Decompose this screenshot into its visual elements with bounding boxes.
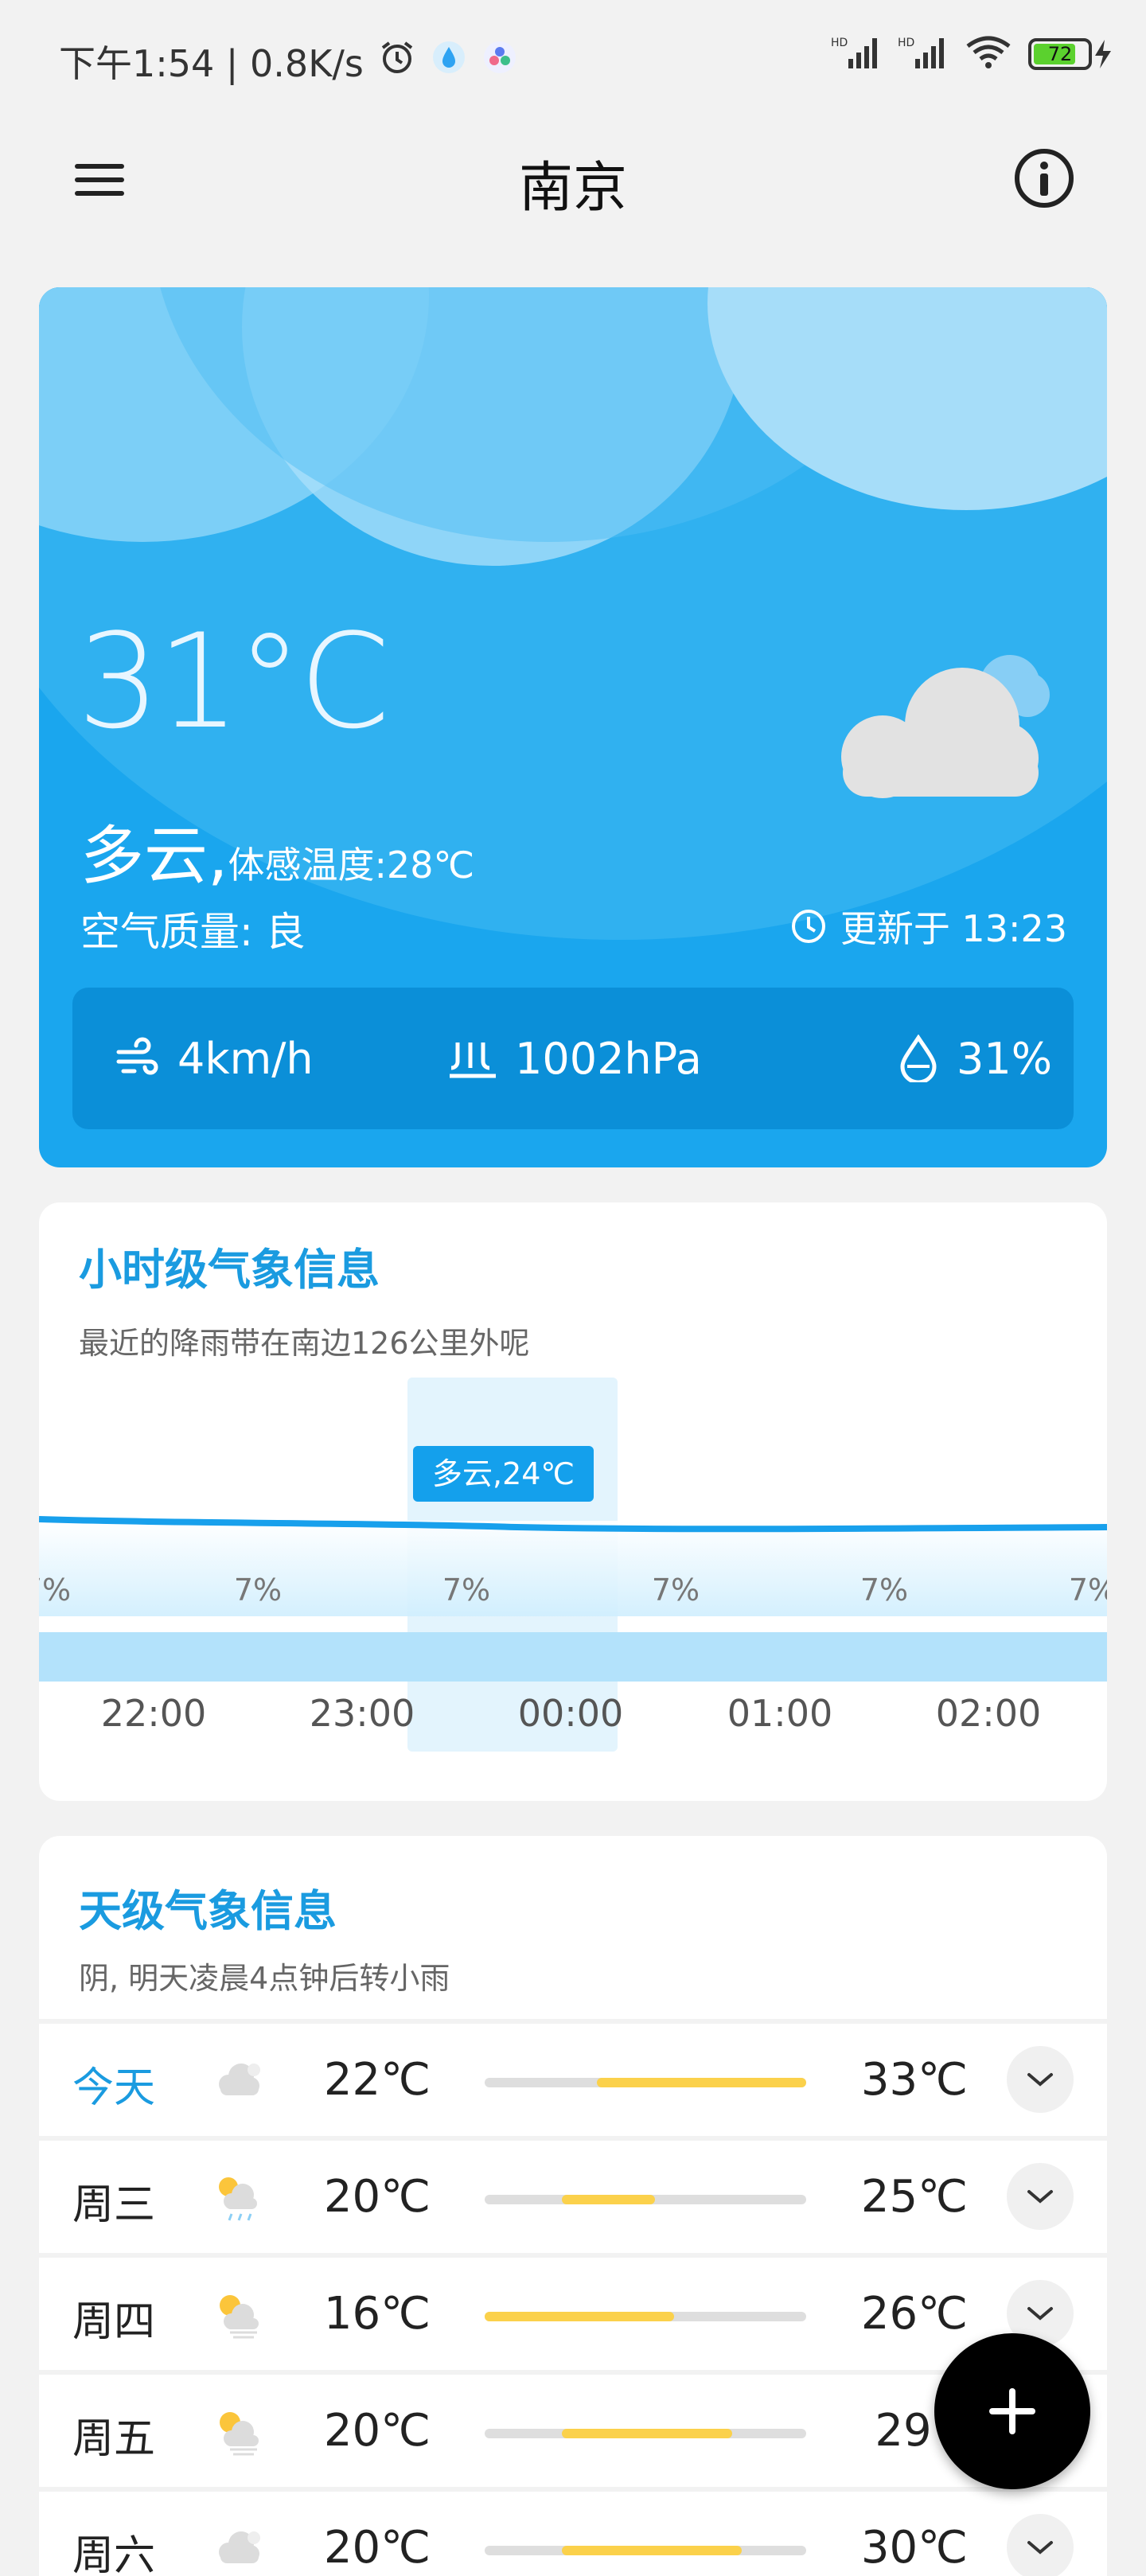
- day-name: 今天: [72, 2064, 156, 2112]
- high-temp: 25℃: [860, 2171, 969, 2223]
- air-quality: 空气质量: 良: [80, 909, 306, 955]
- daily-subtitle: 阴, 明天凌晨4点钟后转小雨: [79, 1961, 450, 1996]
- day-row[interactable]: 周四 16℃ 26℃: [39, 2253, 1107, 2369]
- chevron-down-icon: [1027, 2190, 1053, 2204]
- precip-label: 7%: [233, 1572, 283, 1608]
- high-temp: 30℃: [860, 2522, 969, 2574]
- temp-range-fill: [597, 2078, 806, 2087]
- humidity-value: 31%: [957, 1033, 1053, 1084]
- high-temp: 33℃: [860, 2054, 969, 2106]
- wind-speed: 4km/h: [177, 1033, 314, 1084]
- cloudy-icon: [206, 2048, 270, 2111]
- high-temp: 26℃: [860, 2288, 969, 2340]
- humidity-stat: 31%: [896, 988, 1052, 1129]
- precip-label: 7%: [1068, 1572, 1107, 1608]
- temp-range-fill: [562, 2429, 732, 2438]
- low-temp: 16℃: [323, 2288, 431, 2340]
- day-name: 周四: [72, 2298, 156, 2346]
- temp-range-bar: [485, 2546, 806, 2555]
- low-temp: 22℃: [323, 2054, 431, 2106]
- current-weather-card: 31°C 多云,体感温度:28℃ 空气质量: 良 更新于 13:23 4km/h…: [39, 287, 1107, 1167]
- wind-icon: [116, 1037, 158, 1075]
- svg-text:HD: HD: [898, 37, 914, 49]
- hourly-title: 小时级气象信息: [79, 1245, 380, 1295]
- temp-range-bar: [485, 2195, 806, 2204]
- chevron-down-icon: [1027, 2541, 1053, 2555]
- low-temp: 20℃: [323, 2405, 431, 2457]
- condition-line: 多云,体感温度:28℃: [80, 805, 474, 897]
- low-temp: 20℃: [323, 2522, 431, 2574]
- temp-range-bar: [485, 2078, 806, 2087]
- expand-button[interactable]: [1007, 2163, 1074, 2230]
- chevron-down-icon: [1027, 2073, 1053, 2087]
- low-temp: 20℃: [323, 2171, 431, 2223]
- condition-text: 多云,: [80, 819, 228, 893]
- expand-button[interactable]: [1007, 2514, 1074, 2576]
- clover-app-icon: [481, 39, 518, 84]
- hour-tooltip: 多云,24℃: [413, 1446, 594, 1502]
- wind-stat: 4km/h: [114, 988, 314, 1129]
- hour-label: 23:00: [309, 1692, 415, 1735]
- plus-icon: [989, 2388, 1035, 2434]
- daily-forecast-card: 天级气象信息 阴, 明天凌晨4点钟后转小雨 今天 22℃ 33℃ 周三 20℃ 25℃ 周四…: [39, 1836, 1107, 2576]
- precip-label: 7%: [442, 1572, 491, 1608]
- day-name: 周五: [72, 2415, 156, 2463]
- wifi-icon: [965, 35, 1012, 73]
- info-button[interactable]: [1012, 146, 1076, 210]
- temp-range-bar: [485, 2429, 806, 2438]
- hour-label: 22:00: [100, 1692, 207, 1735]
- info-icon: [1015, 149, 1074, 208]
- svg-text:HD: HD: [831, 37, 848, 49]
- add-city-button[interactable]: [934, 2333, 1090, 2489]
- signal-icon: HD: [831, 35, 882, 73]
- temp-range-bar: [485, 2312, 806, 2321]
- day-row[interactable]: 周六 20℃ 30℃: [39, 2487, 1107, 2576]
- updated-time: 更新于 13:23: [840, 907, 1067, 950]
- daily-title: 天级气象信息: [79, 1886, 337, 1936]
- weather-stats-bar: 4km/h 1002hPa 31%: [72, 988, 1074, 1129]
- pressure-value: 1002hPa: [515, 1033, 702, 1084]
- drop-icon: [900, 1035, 937, 1082]
- temp-range-fill: [562, 2195, 655, 2204]
- chevron-down-icon: [1027, 2307, 1053, 2321]
- alarm-icon: [378, 38, 416, 85]
- sun-cloud-icon: [206, 2399, 270, 2462]
- day-name: 周三: [72, 2181, 156, 2229]
- updated-time-group: 更新于 13:23: [789, 900, 1067, 953]
- hour-label: 02:00: [935, 1692, 1042, 1735]
- battery-level: 72: [1047, 43, 1073, 65]
- hour-label: 01:00: [727, 1692, 833, 1735]
- current-temperature: 31°C: [77, 606, 390, 758]
- precip-label: 7%: [651, 1572, 700, 1608]
- temp-range-fill: [485, 2312, 674, 2321]
- hourly-subtitle: 最近的降雨带在南边126公里外呢: [79, 1326, 530, 1361]
- water-drop-app-icon: [431, 39, 467, 84]
- hour-label: 00:00: [517, 1692, 624, 1735]
- precip-label: 7%: [39, 1572, 72, 1608]
- clock-icon: [791, 910, 825, 943]
- pressure-stat: 1002hPa: [446, 988, 702, 1129]
- page-title: 南京: [518, 157, 627, 220]
- sun-rain-icon: [206, 2165, 270, 2228]
- precip-band: [39, 1632, 1107, 1682]
- expand-button[interactable]: [1007, 2046, 1074, 2113]
- cloudy-icon: [206, 2516, 270, 2576]
- battery-icon: 72: [1028, 38, 1114, 70]
- status-bar: 下午1:54 | 0.8K/s HD HD 72: [0, 0, 1146, 111]
- feels-like: 体感温度:28℃: [228, 844, 475, 887]
- status-time-speed: 下午1:54 | 0.8K/s: [59, 42, 364, 85]
- app-header: 南京: [0, 127, 1146, 231]
- pressure-icon: [450, 1042, 496, 1078]
- day-row[interactable]: 周三 20℃ 25℃: [39, 2136, 1107, 2252]
- precip-label: 7%: [860, 1572, 909, 1608]
- signal-icon-2: HD: [898, 35, 949, 73]
- temp-range-fill: [562, 2546, 742, 2555]
- hourly-forecast-card: 小时级气象信息 最近的降雨带在南边126公里外呢 多云,24℃ 7% 7% 7%…: [39, 1202, 1107, 1801]
- tooltip-text: 多云,24℃: [432, 1456, 575, 1491]
- cloud-icon: [803, 637, 1058, 813]
- sun-cloud-icon: [206, 2282, 270, 2345]
- day-name: 周六: [72, 2532, 156, 2576]
- day-row[interactable]: 今天 22℃ 33℃: [39, 2019, 1107, 2135]
